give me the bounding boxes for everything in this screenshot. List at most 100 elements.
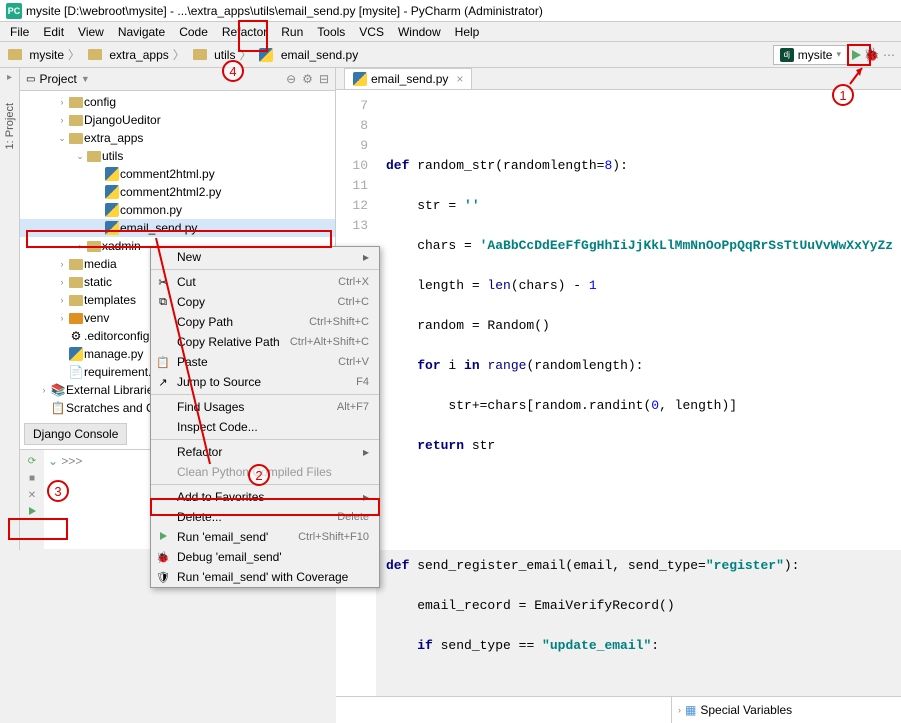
folder-icon	[87, 241, 101, 252]
tree-node-config[interactable]: ›config	[20, 93, 335, 111]
title-bar: PC mysite [D:\webroot\mysite] - ...\extr…	[0, 0, 901, 22]
python-icon	[105, 185, 119, 199]
menubar: File Edit View Navigate Code Refactor Ru…	[0, 22, 901, 42]
paste-icon: 📋	[155, 356, 171, 369]
play-icon	[155, 531, 171, 543]
special-variables-panel: › ▦ Special Variables	[671, 697, 901, 723]
python-icon	[105, 167, 119, 181]
pycharm-icon: PC	[6, 3, 22, 19]
folder-icon	[69, 313, 83, 324]
menu-view[interactable]: View	[72, 23, 110, 41]
play-icon[interactable]	[29, 507, 36, 515]
python-icon	[259, 48, 273, 62]
python-icon	[69, 347, 83, 361]
close-icon[interactable]: ×	[456, 72, 463, 86]
tree-node-utils[interactable]: ⌄utils	[20, 147, 335, 165]
ctx-debug[interactable]: 🐞Debug 'email_send'	[151, 547, 379, 567]
left-sidebar-gutter: ▸ 1: Project	[0, 68, 20, 550]
ctx-inspect[interactable]: Inspect Code...	[151, 417, 379, 437]
crumb-file[interactable]: email_send.py	[257, 48, 360, 62]
menu-edit[interactable]: Edit	[37, 23, 70, 41]
django-icon: dj	[780, 48, 794, 62]
python-icon	[105, 203, 119, 217]
ctx-clean[interactable]: Clean Python Compiled Files	[151, 462, 379, 482]
ctx-copy[interactable]: ⧉CopyCtrl+C	[151, 292, 379, 312]
toolbar: mysite〉 extra_apps〉 utils〉 email_send.py…	[0, 42, 901, 68]
crumb-utils[interactable]: utils〉	[191, 46, 256, 63]
breadcrumb: mysite〉 extra_apps〉 utils〉 email_send.py	[6, 46, 360, 63]
file-icon: ⚙	[68, 329, 84, 343]
menu-refactor[interactable]: Refactor	[216, 23, 273, 41]
window-title: mysite [D:\webroot\mysite] - ...\extra_a…	[26, 4, 543, 18]
ctx-run-coverage[interactable]: 🛡Run 'email_send' with Coverage	[151, 567, 379, 587]
chevron-down-icon: ▾	[836, 49, 841, 60]
project-panel-title: ▭Project	[26, 72, 77, 86]
ctx-run[interactable]: Run 'email_send'Ctrl+Shift+F10	[151, 527, 379, 547]
editor-tab-email-send[interactable]: email_send.py ×	[344, 68, 472, 89]
prompt-icon: ⌄	[48, 454, 58, 468]
menu-code[interactable]: Code	[173, 23, 214, 41]
tree-node-comment2html2[interactable]: comment2html2.py	[20, 183, 335, 201]
folder-icon	[88, 49, 102, 60]
run-config-name: mysite	[798, 48, 833, 62]
library-icon: 📚	[50, 383, 66, 397]
python-icon	[353, 72, 367, 86]
ctx-favorites[interactable]: Add to Favorites▸	[151, 487, 379, 507]
ctx-new[interactable]: New▸	[151, 247, 379, 267]
django-console-tool-button[interactable]: Django Console	[24, 423, 127, 445]
crumb-extra-apps[interactable]: extra_apps〉	[86, 46, 189, 63]
more-icon[interactable]: ⋯	[883, 48, 895, 62]
collapse-icon[interactable]: ▸	[7, 72, 12, 83]
menu-help[interactable]: Help	[449, 23, 486, 41]
folder-icon: ▭	[26, 74, 35, 85]
code-editor[interactable]: 7 8 9 10 11 12 13 def random_str(randoml…	[336, 90, 901, 696]
tree-node-email-send[interactable]: email_send.py	[20, 219, 335, 237]
vars-icon: ▦	[685, 703, 696, 717]
folder-icon	[69, 277, 83, 288]
tree-node-common[interactable]: common.py	[20, 201, 335, 219]
menu-run[interactable]: Run	[275, 23, 309, 41]
close-icon[interactable]: ✕	[28, 490, 36, 501]
tree-node-extra-apps[interactable]: ⌄extra_apps	[20, 129, 335, 147]
ctx-copy-path[interactable]: Copy PathCtrl+Shift+C	[151, 312, 379, 332]
coverage-icon: 🛡	[155, 571, 171, 584]
cut-icon: ✂	[155, 276, 171, 289]
menu-vcs[interactable]: VCS	[353, 23, 390, 41]
collapse-all-icon[interactable]: ⊖	[286, 72, 296, 86]
crumb-root[interactable]: mysite〉	[6, 46, 84, 63]
rerun-icon[interactable]: ⟳	[28, 456, 36, 467]
jump-icon: ↗	[155, 376, 171, 389]
stop-icon[interactable]: ■	[29, 473, 35, 484]
menu-file[interactable]: File	[4, 23, 35, 41]
special-variables-label[interactable]: Special Variables	[700, 703, 792, 717]
chevron-right-icon[interactable]: ›	[678, 705, 681, 715]
debug-button[interactable]: 🐞	[865, 48, 879, 62]
hide-icon[interactable]: ⊟	[319, 72, 329, 86]
tree-node-comment2html[interactable]: comment2html.py	[20, 165, 335, 183]
ctx-paste[interactable]: 📋PasteCtrl+V	[151, 352, 379, 372]
ctx-copy-rel-path[interactable]: Copy Relative PathCtrl+Alt+Shift+C	[151, 332, 379, 352]
ctx-jump[interactable]: ↗Jump to SourceF4	[151, 372, 379, 392]
code-body[interactable]: def random_str(randomlength=8): str = ''…	[376, 90, 893, 696]
gear-icon[interactable]: ⚙	[302, 72, 313, 86]
folder-icon	[69, 259, 83, 270]
python-icon	[105, 221, 119, 235]
run-button[interactable]	[852, 50, 861, 60]
chevron-down-icon[interactable]: ▼	[81, 74, 90, 84]
menu-navigate[interactable]: Navigate	[112, 23, 171, 41]
ctx-refactor[interactable]: Refactor▸	[151, 442, 379, 462]
scratches-icon: 📋	[50, 401, 66, 415]
context-menu: New▸ ✂CutCtrl+X ⧉CopyCtrl+C Copy PathCtr…	[150, 246, 380, 588]
run-config-selector[interactable]: dj mysite ▾	[773, 45, 848, 65]
console-prompt[interactable]: >>>	[61, 454, 82, 468]
bug-icon: 🐞	[155, 551, 171, 564]
folder-icon	[69, 295, 83, 306]
ctx-delete[interactable]: Delete...Delete	[151, 507, 379, 527]
folder-icon	[8, 49, 22, 60]
ctx-find-usages[interactable]: Find UsagesAlt+F7	[151, 397, 379, 417]
menu-window[interactable]: Window	[392, 23, 447, 41]
ctx-cut[interactable]: ✂CutCtrl+X	[151, 272, 379, 292]
tree-node-djangoueditor[interactable]: ›DjangoUeditor	[20, 111, 335, 129]
menu-tools[interactable]: Tools	[311, 23, 351, 41]
sidebar-project-tab[interactable]: 1: Project	[4, 103, 16, 149]
